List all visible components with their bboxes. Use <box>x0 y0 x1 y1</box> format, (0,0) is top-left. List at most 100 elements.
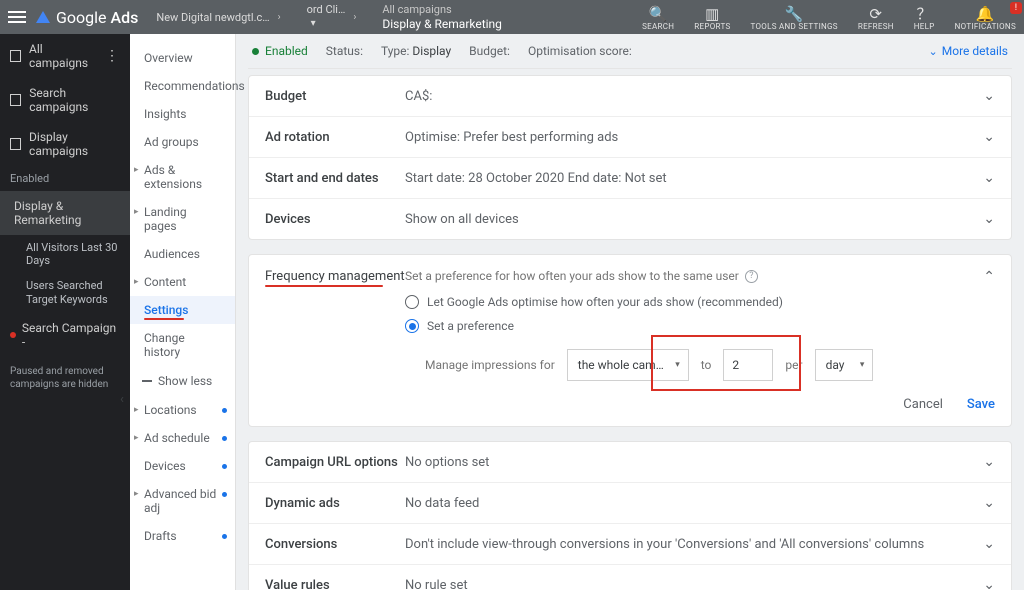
summary-row[interactable]: DevicesShow on all devices⌄ <box>249 199 1011 239</box>
side-landing-pages[interactable]: ▸Landing pages <box>130 198 235 240</box>
nav-all-campaigns[interactable]: All campaigns⋮ <box>0 34 130 78</box>
side-audiences[interactable]: Audiences <box>130 240 235 268</box>
chevron-down-icon[interactable]: ⌄ <box>983 454 995 470</box>
search-icon: 🔍 <box>649 6 668 22</box>
row-value: Start date: 28 October 2020 End date: No… <box>405 171 983 186</box>
row-label: Budget <box>265 89 405 104</box>
summary-row[interactable]: Value rulesNo rule set⌄ <box>249 565 1011 590</box>
summary-row[interactable]: Campaign URL optionsNo options set⌄ <box>249 442 1011 483</box>
notifications-tool[interactable]: 🔔!NOTIFICATIONS <box>955 6 1016 31</box>
more-details-link[interactable]: ⌄More details <box>929 44 1008 58</box>
status-dot-icon <box>252 48 259 55</box>
side-insights[interactable]: Insights <box>130 100 235 128</box>
row-label: Conversions <box>265 537 405 552</box>
chevron-down-icon[interactable]: ⌄ <box>983 577 995 590</box>
side-advanced-bid[interactable]: ▸Advanced bid adj <box>130 480 235 522</box>
status-enabled[interactable]: Enabled <box>252 44 308 58</box>
budget-label: Budget: <box>469 44 510 58</box>
radio-icon <box>405 319 419 333</box>
save-button[interactable]: Save <box>967 397 995 412</box>
manage-label: Manage impressions for <box>425 358 555 372</box>
search-tool[interactable]: 🔍SEARCH <box>642 6 674 31</box>
nav-note: Paused and removed campaigns are hidden <box>0 357 130 399</box>
nav-item-search-campaign[interactable]: Search Campaign - <box>0 313 130 357</box>
row-value: No options set <box>405 455 983 470</box>
scope-dropdown[interactable]: the whole cam…▾ <box>567 349 689 381</box>
dot-icon <box>222 534 227 539</box>
info-icon[interactable]: ? <box>745 270 758 283</box>
summary-row[interactable]: Start and end datesStart date: 28 Octobe… <box>249 158 1011 199</box>
per-label: per <box>785 358 802 372</box>
row-label: Value rules <box>265 578 405 590</box>
caret-icon: ▸ <box>134 405 139 415</box>
chevron-down-icon[interactable]: ⌄ <box>983 211 995 227</box>
side-ads-extensions[interactable]: ▸Ads & extensions <box>130 156 235 198</box>
row-label: Dynamic ads <box>265 496 405 511</box>
settings-tool[interactable]: 🔧TOOLS AND SETTINGS <box>751 6 838 31</box>
side-content[interactable]: ▸Content <box>130 268 235 296</box>
row-label: Ad rotation <box>265 130 405 145</box>
refresh-tool[interactable]: ⟳REFRESH <box>858 6 894 31</box>
menu-icon[interactable] <box>8 11 26 23</box>
chevron-down-icon: ▾ <box>311 17 346 31</box>
collapse-icon[interactable]: ⌃ <box>983 269 995 285</box>
help-tool[interactable]: ？HELP <box>914 6 935 31</box>
impressions-input[interactable] <box>723 349 773 381</box>
side-ad-schedule[interactable]: ▸Ad schedule <box>130 424 235 452</box>
row-label: Start and end dates <box>265 171 405 186</box>
type-label: Type: Display <box>381 44 451 58</box>
side-change-history[interactable]: Change history <box>130 324 235 366</box>
row-value: Optimise: Prefer best performing ads <box>405 130 983 145</box>
side-panel: Overview Recommendations Insights Ad gro… <box>130 34 236 590</box>
collapse-chip[interactable]: ‹ <box>120 392 124 407</box>
summary-row[interactable]: ConversionsDon't include view-through co… <box>249 524 1011 565</box>
side-settings[interactable]: Settings <box>130 296 235 324</box>
side-show-less[interactable]: Show less <box>130 366 235 396</box>
chevron-down-icon: ▾ <box>860 360 865 370</box>
radio-icon <box>405 295 419 309</box>
side-locations[interactable]: ▸Locations <box>130 396 235 424</box>
nav-search-campaigns[interactable]: Search campaigns <box>0 78 130 122</box>
square-icon <box>10 138 21 150</box>
chevron-down-icon[interactable]: ⌄ <box>983 170 995 186</box>
reports-tool[interactable]: ▥REPORTS <box>694 6 730 31</box>
freq-title: Frequency management <box>265 269 405 284</box>
summary-row[interactable]: Ad rotationOptimise: Prefer best perform… <box>249 117 1011 158</box>
caret-icon: ▸ <box>134 207 139 217</box>
caret-icon: ▸ <box>134 277 139 287</box>
side-overview[interactable]: Overview <box>130 44 235 72</box>
summary-row[interactable]: BudgetCA$:⌄ <box>249 76 1011 117</box>
freq-option-auto[interactable]: Let Google Ads optimise how often your a… <box>405 295 995 309</box>
nav-item-display-remarketing[interactable]: Display & Remarketing <box>0 191 130 235</box>
summary-row[interactable]: Dynamic adsNo data feed⌄ <box>249 483 1011 524</box>
nav-item-users-searched[interactable]: Users Searched Target Keywords <box>0 273 130 313</box>
breadcrumb-account[interactable]: New Digital newdgtl.c…› <box>156 11 288 24</box>
cancel-button[interactable]: Cancel <box>903 397 943 412</box>
breadcrumb-campaign[interactable]: All campaigns Display & Remarketing <box>382 3 502 31</box>
row-value: CA$: <box>405 89 983 104</box>
dot-icon <box>222 436 227 441</box>
row-label: Campaign URL options <box>265 455 405 470</box>
row-value: No data feed <box>405 496 983 511</box>
chevron-down-icon[interactable]: ⌄ <box>983 129 995 145</box>
breadcrumb-client[interactable]: ord Cli…▾ › <box>307 3 365 31</box>
nav-item-all-visitors[interactable]: All Visitors Last 30 Days <box>0 235 130 273</box>
period-dropdown[interactable]: day▾ <box>815 349 874 381</box>
frequency-card: Frequency management Set a preference fo… <box>248 254 1012 427</box>
freq-option-manual[interactable]: Set a preference <box>405 319 995 333</box>
nav-enabled-header: Enabled <box>0 166 130 191</box>
chevron-down-icon[interactable]: ⌄ <box>983 495 995 511</box>
side-adgroups[interactable]: Ad groups <box>130 128 235 156</box>
side-drafts[interactable]: Drafts <box>130 522 235 550</box>
side-devices[interactable]: Devices <box>130 452 235 480</box>
side-recommendations[interactable]: Recommendations <box>130 72 235 100</box>
dot-icon <box>222 408 227 413</box>
nav-display-campaigns[interactable]: Display campaigns <box>0 122 130 166</box>
caret-icon: ▸ <box>134 433 139 443</box>
chevron-down-icon[interactable]: ⌄ <box>983 536 995 552</box>
advanced-card: Campaign URL optionsNo options set⌄Dynam… <box>248 441 1012 590</box>
chevron-down-icon[interactable]: ⌄ <box>983 88 995 104</box>
to-label: to <box>701 358 712 372</box>
logo[interactable]: Google Ads <box>36 8 138 27</box>
more-icon[interactable]: ⋮ <box>105 48 120 64</box>
